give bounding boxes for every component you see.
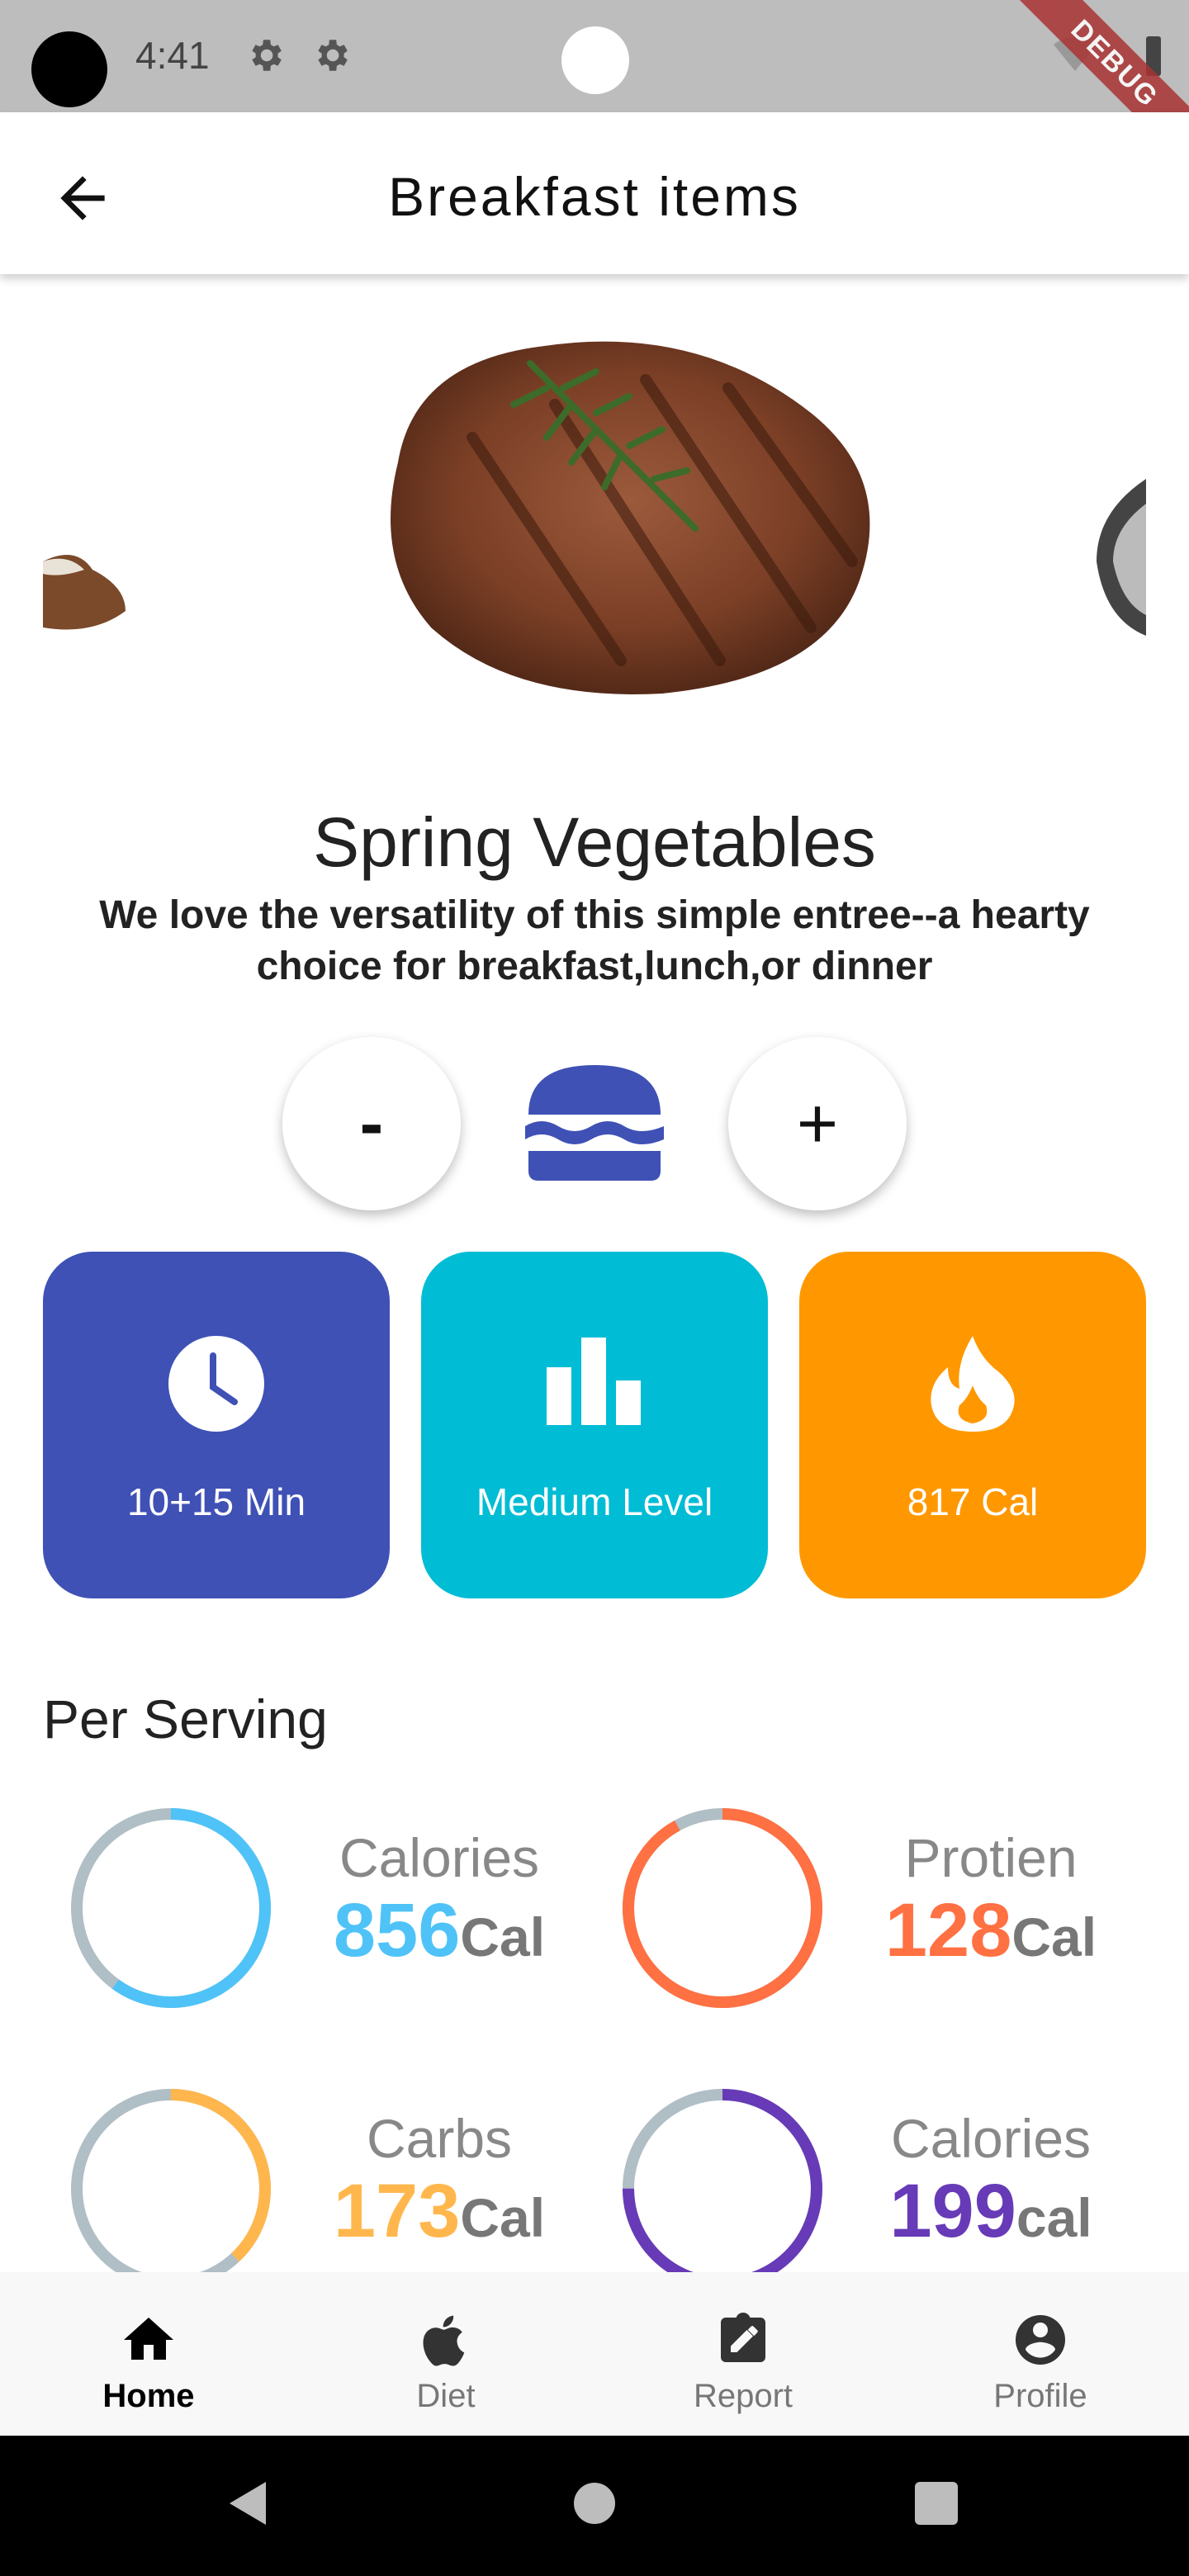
apple-icon bbox=[423, 2315, 465, 2366]
home-icon bbox=[124, 2318, 173, 2360]
food-image-next[interactable] bbox=[1088, 479, 1146, 636]
nutrient-unit: Cal bbox=[460, 2187, 546, 2248]
cook-time-label: 10+15 Min bbox=[126, 1480, 306, 1523]
nav-label: Profile bbox=[993, 2378, 1087, 2414]
cook-time-card: 10+15 Min bbox=[43, 1252, 390, 1598]
nutrient-value: 173Cal bbox=[291, 2168, 588, 2255]
system-back-icon[interactable] bbox=[225, 2479, 271, 2528]
nutrient-unit: Cal bbox=[460, 1906, 546, 1968]
flame-icon bbox=[931, 1336, 1015, 1432]
bar-chart-icon bbox=[547, 1338, 641, 1425]
settings-gear-icon bbox=[252, 40, 282, 71]
nutrient-unit: cal bbox=[1016, 2187, 1092, 2248]
food-carousel[interactable] bbox=[43, 297, 1146, 727]
nav-item-home[interactable]: Home bbox=[0, 2272, 297, 2436]
front-sensor bbox=[561, 26, 629, 94]
nutrient-item: Protien 128Cal bbox=[594, 1805, 1139, 2036]
burger-icon bbox=[525, 1065, 664, 1181]
page-title: Breakfast items bbox=[388, 166, 801, 227]
settings-gear-icon bbox=[318, 40, 348, 71]
progress-ring bbox=[71, 1808, 271, 2008]
calories-label: 817 Cal bbox=[907, 1480, 1039, 1523]
progress-ring bbox=[71, 2089, 271, 2289]
progress-ring bbox=[623, 1808, 822, 2008]
nutrient-label: Carbs bbox=[366, 2108, 513, 2169]
dish-title: Spring Vegetables bbox=[313, 803, 876, 881]
increase-quantity-button[interactable]: + bbox=[728, 1037, 907, 1210]
nav-item-profile[interactable]: Profile bbox=[892, 2272, 1189, 2436]
difficulty-label: Medium Level bbox=[476, 1480, 713, 1523]
profile-icon bbox=[1016, 2315, 1065, 2365]
nutrient-number: 856 bbox=[333, 1888, 461, 1972]
dish-description: We love the versatility of this simple e… bbox=[99, 893, 1090, 988]
nav-label: Home bbox=[102, 2378, 195, 2414]
nutrient-label: Calories bbox=[339, 1827, 540, 1888]
food-image-previous[interactable] bbox=[43, 537, 134, 636]
camera-cutout bbox=[31, 31, 107, 107]
difficulty-card: Medium Level bbox=[421, 1252, 768, 1598]
nutrient-value: 856Cal bbox=[291, 1887, 588, 1974]
system-recents-icon[interactable] bbox=[915, 2482, 958, 2525]
clock-icon bbox=[168, 1336, 264, 1432]
decrease-quantity-button[interactable]: - bbox=[282, 1037, 461, 1210]
per-serving-title: Per Serving bbox=[43, 1688, 328, 1750]
bottom-nav: Home Diet Report Profile bbox=[0, 2272, 1189, 2436]
steak-image bbox=[391, 341, 870, 694]
nutrient-number: 199 bbox=[889, 2169, 1016, 2253]
status-bar: 4:41 DEBUG bbox=[0, 0, 1189, 185]
nutrient-value: 199cal bbox=[842, 2168, 1139, 2255]
report-icon bbox=[721, 2313, 765, 2362]
nutrient-label: Calories bbox=[890, 2108, 1092, 2169]
calories-card: 817 Cal bbox=[799, 1252, 1146, 1598]
system-nav-bar bbox=[0, 2436, 1189, 2576]
nutrient-label: Protien bbox=[904, 1827, 1078, 1888]
nav-item-report[interactable]: Report bbox=[594, 2272, 892, 2436]
nav-label: Report bbox=[693, 2378, 793, 2414]
nutrient-unit: Cal bbox=[1011, 1906, 1097, 1968]
nav-label: Diet bbox=[416, 2378, 476, 2414]
nutrient-value: 128Cal bbox=[842, 1887, 1139, 1974]
app-bar: Breakfast items bbox=[0, 112, 1189, 274]
nav-item-diet[interactable]: Diet bbox=[297, 2272, 594, 2436]
status-time: 4:41 bbox=[135, 34, 210, 77]
progress-ring bbox=[623, 2089, 822, 2289]
nutrient-number: 173 bbox=[333, 2169, 461, 2253]
nutrient-item: Calories 856Cal bbox=[43, 1805, 588, 2036]
nutrient-number: 128 bbox=[884, 1888, 1012, 1972]
system-home-icon[interactable] bbox=[573, 2482, 616, 2525]
